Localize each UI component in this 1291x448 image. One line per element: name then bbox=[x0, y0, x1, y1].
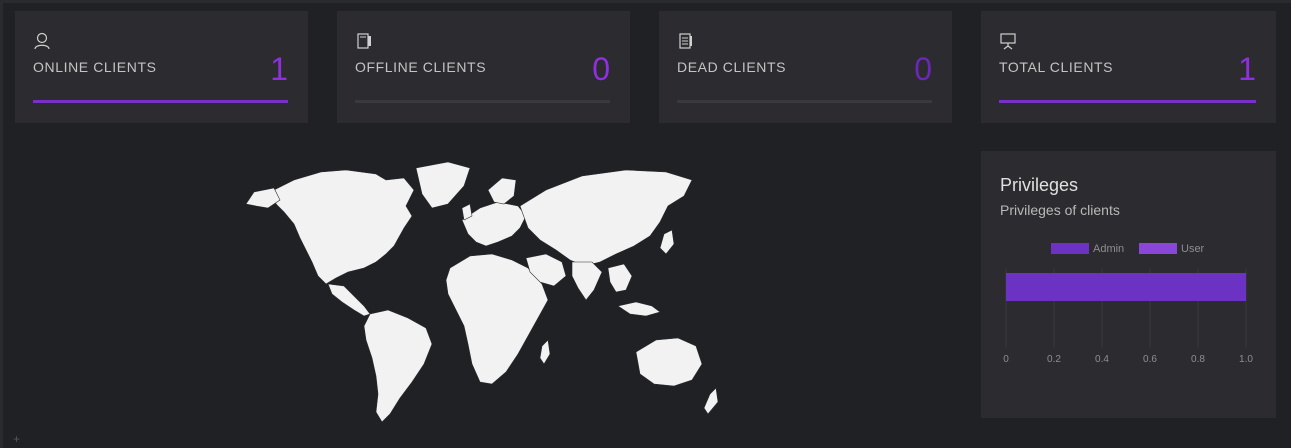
progress-bar bbox=[999, 100, 1256, 103]
stat-value: 0 bbox=[914, 51, 932, 87]
x-tick-label: 0.4 bbox=[1095, 354, 1109, 365]
stat-label: TOTAL CLIENTS bbox=[999, 59, 1114, 75]
stat-label: ONLINE CLIENTS bbox=[33, 59, 157, 75]
left-edge bbox=[0, 0, 3, 448]
user-icon bbox=[34, 32, 50, 50]
progress-fill bbox=[999, 100, 1256, 103]
legend-swatch-admin bbox=[1051, 243, 1089, 254]
legend-swatch-user bbox=[1139, 243, 1177, 254]
presentation-icon bbox=[1000, 33, 1016, 50]
privileges-chart: Admin User 0 0.2 0.4 0.6 0.8 1.0 bbox=[1003, 243, 1253, 365]
stat-value: 1 bbox=[1238, 51, 1256, 87]
legend-label-admin: Admin bbox=[1093, 243, 1124, 255]
offline-clients-card: OFFLINE CLIENTS 0 bbox=[337, 11, 630, 123]
total-clients-card: TOTAL CLIENTS 1 bbox=[981, 11, 1276, 123]
x-tick-label: 0 bbox=[1003, 354, 1009, 365]
stat-label: DEAD CLIENTS bbox=[677, 59, 787, 75]
legend-label-user: User bbox=[1181, 243, 1205, 255]
progress-bar bbox=[677, 100, 932, 103]
x-tick-label: 0.6 bbox=[1143, 354, 1157, 365]
dead-clients-card: DEAD CLIENTS 0 bbox=[659, 11, 952, 123]
online-clients-card: ONLINE CLIENTS 1 bbox=[15, 11, 308, 123]
privileges-card: Privileges Privileges of clients Admin Us… bbox=[981, 151, 1276, 418]
expand-icon[interactable]: + bbox=[13, 432, 20, 446]
stat-value: 1 bbox=[270, 51, 288, 87]
x-tick-label: 0.2 bbox=[1047, 354, 1061, 365]
progress-bar bbox=[355, 100, 610, 103]
bar-admin bbox=[1006, 273, 1246, 301]
document-icon bbox=[679, 33, 692, 49]
progress-fill bbox=[33, 100, 288, 103]
x-tick-label: 0.8 bbox=[1191, 354, 1205, 365]
top-edge bbox=[0, 0, 1291, 3]
world-map-svg bbox=[245, 161, 719, 423]
stat-label: OFFLINE CLIENTS bbox=[355, 59, 487, 75]
stat-value: 0 bbox=[592, 51, 610, 87]
progress-bar bbox=[33, 100, 288, 103]
x-tick-label: 1.0 bbox=[1239, 354, 1253, 365]
notebook-icon bbox=[357, 33, 371, 49]
world-map[interactable] bbox=[236, 150, 732, 430]
